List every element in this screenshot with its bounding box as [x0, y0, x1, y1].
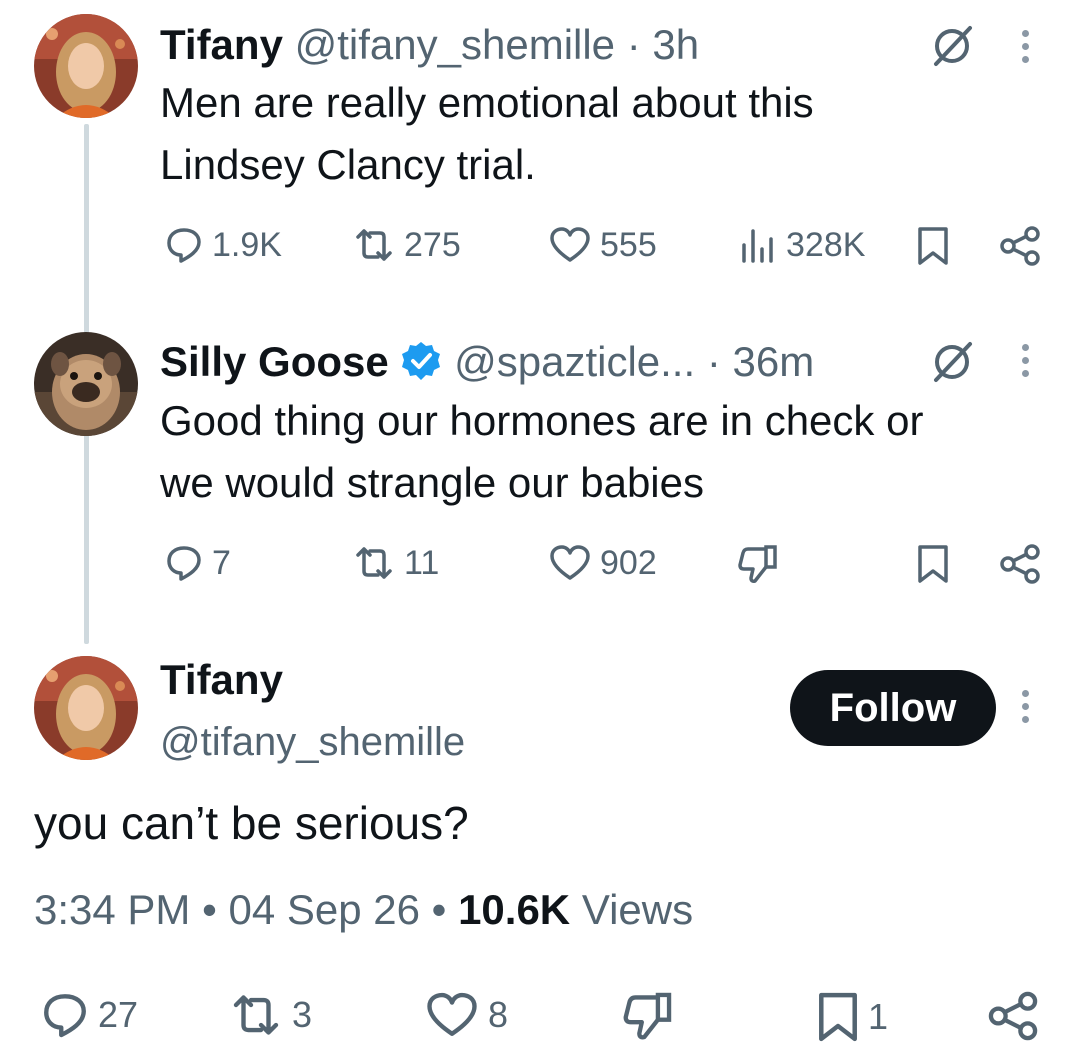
tweet2-reply-button[interactable]: 7	[164, 543, 231, 583]
tweet1-header: Tifany @tifany_shemille · 3h	[160, 24, 699, 66]
tweet1-handle[interactable]: @tifany_shemille	[295, 21, 615, 68]
tweet-time[interactable]: 3:34 PM	[34, 886, 190, 933]
tweet1-views-count: 328K	[786, 225, 866, 264]
reply-icon	[167, 546, 201, 581]
bookmark-icon	[918, 227, 948, 265]
avatar-silly-goose[interactable]	[34, 332, 138, 436]
downvote-icon	[738, 545, 777, 583]
reply-icon	[44, 994, 86, 1038]
tweet2-bookmark-button[interactable]	[916, 543, 950, 585]
main-like-count: 8	[488, 994, 509, 1035]
main-bookmark-count: 1	[868, 996, 889, 1037]
main-share-button[interactable]	[986, 990, 1040, 1042]
tweet1-like-button[interactable]: 555	[548, 225, 657, 265]
avatar-main-tifany[interactable]	[34, 656, 138, 760]
more-icon[interactable]	[1020, 344, 1030, 383]
tweet2-author-name[interactable]: Silly Goose	[160, 338, 389, 385]
like-icon	[550, 227, 590, 262]
tweet1-bookmark-button[interactable]	[916, 225, 950, 267]
follow-button[interactable]: Follow	[790, 670, 996, 746]
tweet1-reply-button[interactable]: 1.9K	[164, 225, 282, 265]
tweet1-repost-button[interactable]: 275	[352, 225, 461, 265]
share-icon	[1000, 226, 1040, 266]
meta-dot: •	[202, 886, 217, 933]
more-icon[interactable]	[1020, 30, 1030, 69]
tweet2-share-button[interactable]	[998, 543, 1042, 585]
main-repost-button[interactable]: 3	[228, 990, 312, 1040]
tweet1-separator: ·	[626, 21, 641, 68]
tweet1-share-button[interactable]	[998, 225, 1042, 267]
bookmark-icon	[918, 545, 948, 583]
main-reply-count: 27	[98, 994, 139, 1035]
reply-icon	[167, 228, 201, 263]
tweet1-like-count: 555	[600, 225, 657, 264]
verified-badge-icon	[402, 342, 441, 380]
like-icon	[427, 992, 477, 1036]
tweet1-views-button[interactable]: 328K	[738, 225, 865, 265]
repost-icon	[356, 547, 392, 579]
tweet2-reply-count: 7	[212, 543, 231, 582]
tweet2-text: Good thing our hormones are in check or …	[160, 390, 923, 514]
views-count: 10.6K	[458, 886, 571, 933]
share-icon	[988, 991, 1038, 1041]
main-like-button[interactable]: 8	[424, 990, 508, 1040]
tweet2-repost-count: 11	[404, 543, 440, 582]
share-icon	[1000, 544, 1040, 584]
main-author-name[interactable]: Tifany	[160, 656, 283, 704]
tweet-date[interactable]: 04 Sep 26	[228, 886, 420, 933]
tweet1-author-name[interactable]: Tifany	[160, 21, 283, 68]
more-icon[interactable]	[1020, 690, 1030, 729]
main-bookmark-button[interactable]: 1	[816, 990, 888, 1044]
tweet2-text-line2: we would strangle our babies	[160, 459, 704, 506]
main-reply-button[interactable]: 27	[40, 990, 138, 1040]
tweet2-text-line1: Good thing our hormones are in check or	[160, 397, 924, 444]
repost-icon	[233, 995, 279, 1035]
downvote-icon	[623, 992, 672, 1040]
tweet1-text-line2: Lindsey Clancy trial.	[160, 141, 536, 188]
main-downvote-button[interactable]	[620, 990, 676, 1042]
tweet2-handle[interactable]: @spazticle...	[454, 338, 695, 385]
tweet1-reply-count: 1.9K	[212, 225, 282, 264]
tweet-meta: 3:34 PM • 04 Sep 26 • 10.6K Views	[34, 886, 693, 934]
meta-dot: •	[431, 886, 447, 933]
tweet2-downvote-button[interactable]	[736, 543, 780, 585]
tweet2-repost-button[interactable]: 11	[352, 543, 439, 583]
like-icon	[550, 545, 590, 580]
main-author-handle[interactable]: @tifany_shemille	[160, 720, 465, 765]
repost-icon	[356, 229, 392, 261]
tweet2-like-button[interactable]: 902	[548, 543, 657, 583]
tweet1-repost-count: 275	[404, 225, 461, 264]
avatar-tifany[interactable]	[34, 14, 138, 118]
views-label: Views	[581, 886, 694, 933]
tweet2-header: Silly Goose @spazticle... · 36m	[160, 340, 814, 383]
grok-icon[interactable]	[930, 340, 974, 389]
tweet2-separator: ·	[706, 338, 721, 385]
grok-icon[interactable]	[930, 24, 974, 73]
tweet1-text-line1: Men are really emotional about this	[160, 79, 814, 126]
views-icon	[742, 229, 773, 263]
tweet2-like-count: 902	[600, 543, 657, 582]
tweet1-time[interactable]: 3h	[652, 21, 699, 68]
main-repost-count: 3	[292, 994, 313, 1035]
tweet2-time[interactable]: 36m	[733, 338, 815, 385]
tweet1-text: Men are really emotional about this Lind…	[160, 72, 814, 196]
bookmark-icon	[819, 992, 857, 1042]
main-tweet-text: you can’t be serious?	[34, 797, 469, 849]
